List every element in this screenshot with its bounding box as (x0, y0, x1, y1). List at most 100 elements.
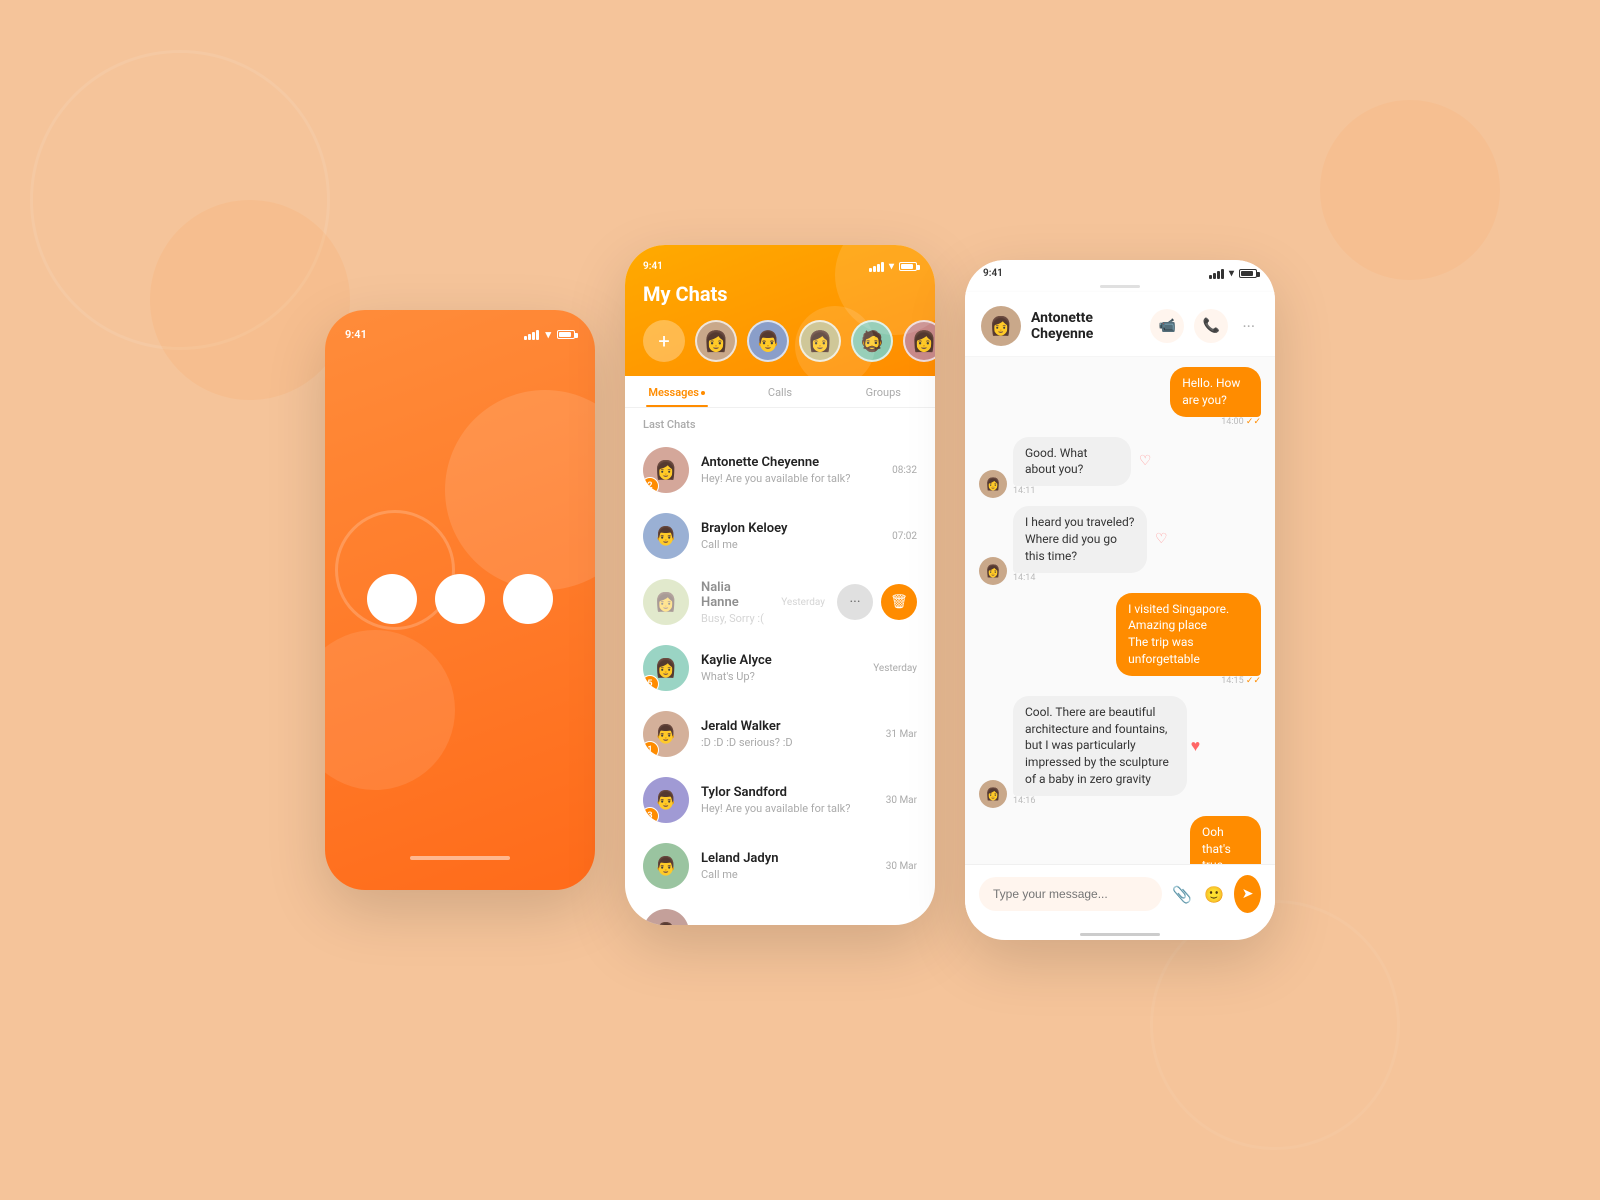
chat-preview-nalia: Busy, Sorry :( (701, 612, 769, 625)
pull-indicator (1100, 285, 1140, 288)
chat-item-tylor[interactable]: 👨 3 Tylor Sandford Hey! Are you availabl… (625, 767, 935, 833)
avatar-leland: 👨 (643, 843, 689, 889)
home-indicator (410, 856, 510, 860)
chat-content-nalia: Nalia Hanne Busy, Sorry :( (701, 580, 769, 625)
chat-item-jerald[interactable]: 👨 1 Jerald Walker :D :D :D serious? :D 3… (625, 701, 935, 767)
phone-splash: 9:41 ▾ (325, 310, 595, 890)
emoji-button[interactable]: 🙂 (1202, 877, 1226, 911)
msg-bubble-3: I heard you traveled?Where did you go th… (1013, 506, 1147, 572)
chat-name-antonette: Antonette Cheyenne (701, 455, 880, 470)
wifi-icon: ▾ (545, 328, 551, 341)
send-button[interactable]: ➤ (1234, 875, 1261, 913)
phone-icon: 📞 (1203, 318, 1220, 334)
incoming-avatar-5: 👩 (979, 780, 1007, 808)
chat-content-braylon: Braylon Keloey Call me (701, 521, 880, 551)
msg-time-3: 14:14 (1013, 573, 1205, 583)
heart-icon-5: ♥ (1191, 736, 1201, 756)
unread-badge-jerald: 1 (643, 741, 659, 757)
msg-time-4: 14:15 ✓✓ (1221, 676, 1261, 686)
msg-bubble-4: I visited Singapore. Amazing placeThe tr… (1116, 593, 1261, 676)
chat-list: 👩 2 Antonette Cheyenne Hey! Are you avai… (625, 437, 935, 925)
avatar-braylon: 👨 (643, 513, 689, 559)
chat-name-braylon: Braylon Keloey (701, 521, 880, 536)
chat-content-kaylie: Kaylie Alyce What's Up? (701, 653, 861, 683)
emoji-icon: 🙂 (1204, 885, 1224, 904)
msg-time-1: 14:00 ✓✓ (1221, 417, 1261, 427)
msg-meta-4: I visited Singapore. Amazing placeThe tr… (1054, 593, 1261, 688)
msg-bubble-1: Hello. How are you? (1170, 367, 1261, 417)
chat-content-jerald: Jerald Walker :D :D :D serious? :D (701, 719, 874, 749)
chat-name-kaylie: Kaylie Alyce (701, 653, 861, 668)
chat-detail-header: 👩 Antonette Cheyenne 📹 📞 ··· (965, 292, 1275, 357)
unread-badge-tylor: 3 (643, 807, 659, 823)
signal-icon-3 (1209, 269, 1224, 279)
video-call-button[interactable]: 📹 (1150, 309, 1184, 343)
msg-meta-2: Good. What about you? ♡ 14:11 (1013, 437, 1181, 499)
messages-dot (701, 391, 705, 395)
chat-item-leland[interactable]: 👨 Leland Jadyn Call me 30 Mar (625, 833, 935, 899)
chat-item-kaylie[interactable]: 👩 5 Kaylie Alyce What's Up? Yesterday (625, 635, 935, 701)
chat-content-issac: Issac Dre (701, 924, 874, 926)
home-indicator-chat (1080, 933, 1160, 936)
add-story-button[interactable]: + (643, 320, 685, 362)
chat-list-header: 9:41 ▾ My Chats + 👩 (625, 245, 935, 376)
avatar-antonette: 👩 2 (643, 447, 689, 493)
voice-call-button[interactable]: 📞 (1194, 309, 1228, 343)
story-2[interactable]: 👨 (747, 320, 789, 362)
more-button[interactable]: ··· (837, 584, 873, 620)
chat-preview-antonette: Hey! Are you available for talk? (701, 472, 880, 485)
chat-item-issac[interactable]: 👨 Issac Dre 25 Mar (625, 899, 935, 925)
incoming-avatar-3: 👩 (979, 557, 1007, 585)
msg-time-2: 14:11 (1013, 486, 1181, 496)
avatar-kaylie: 👩 5 (643, 645, 689, 691)
tab-messages[interactable]: Messages (625, 376, 728, 407)
story-1[interactable]: 👩 (695, 320, 737, 362)
tab-bar: Messages Calls Groups (625, 376, 935, 408)
unread-badge-antonette: 2 (643, 477, 659, 493)
chat-name-jerald: Jerald Walker (701, 719, 874, 734)
tab-calls[interactable]: Calls (728, 376, 831, 407)
paperclip-icon: 📎 (1172, 885, 1192, 904)
wifi-icon-3: ▾ (1229, 268, 1234, 279)
send-icon: ➤ (1242, 886, 1254, 902)
phone-chat-detail: 9:41 ▾ 👩 Antonette Cheyenne 📹 (965, 260, 1275, 940)
contact-name: Antonette Cheyenne (1031, 310, 1140, 342)
contact-avatar: 👩 (981, 306, 1021, 346)
avatar-jerald: 👨 1 (643, 711, 689, 757)
tab-groups-label: Groups (866, 386, 901, 399)
chat-name-issac: Issac Dre (701, 924, 874, 926)
incoming-avatar-2: 👩 (979, 470, 1007, 498)
message-1: Hello. How are you? 14:00 ✓✓ (979, 367, 1261, 429)
msg-meta-1: Hello. How are you? 14:00 ✓✓ (1131, 367, 1261, 429)
more-options-button[interactable]: ··· (1238, 313, 1259, 340)
message-4: I visited Singapore. Amazing placeThe tr… (979, 593, 1261, 688)
chat-detail-time: 9:41 (983, 268, 1003, 279)
chat-name-leland: Leland Jadyn (701, 851, 874, 866)
chat-item-braylon[interactable]: 👨 Braylon Keloey Call me 07:02 (625, 503, 935, 569)
heart-icon-2: ♡ (1139, 453, 1152, 469)
chat-content-leland: Leland Jadyn Call me (701, 851, 874, 881)
battery-icon-2 (899, 262, 917, 271)
tab-groups[interactable]: Groups (832, 376, 935, 407)
chat-list-time: 9:41 (643, 261, 663, 272)
msg-bubble-5: Cool. There are beautiful architecture a… (1013, 696, 1187, 796)
chat-input-bar: 📎 🙂 ➤ (965, 864, 1275, 927)
msg-time-5: 14:16 (1013, 796, 1261, 806)
battery-icon (557, 330, 575, 339)
message-input[interactable] (979, 877, 1162, 911)
delete-button[interactable]: 🗑 (881, 584, 917, 620)
chat-item-nalia[interactable]: 👩 Nalia Hanne Busy, Sorry :( Yesterday ·… (625, 569, 935, 635)
chat-preview-tylor: Hey! Are you available for talk? (701, 802, 874, 815)
chat-preview-kaylie: What's Up? (701, 670, 861, 683)
chat-preview-jerald: :D :D :D serious? :D (701, 736, 874, 749)
avatar-issac: 👨 (643, 909, 689, 925)
chat-time-kaylie: Yesterday (873, 663, 917, 674)
battery-icon-3 (1239, 269, 1257, 278)
tab-messages-label: Messages (648, 386, 699, 399)
avatar-tylor: 👨 3 (643, 777, 689, 823)
signal-icon (524, 330, 539, 340)
chat-time-nalia: Yesterday (781, 597, 825, 608)
attachment-button[interactable]: 📎 (1170, 877, 1194, 911)
unread-badge-kaylie: 5 (643, 675, 659, 691)
chat-item-antonette[interactable]: 👩 2 Antonette Cheyenne Hey! Are you avai… (625, 437, 935, 503)
